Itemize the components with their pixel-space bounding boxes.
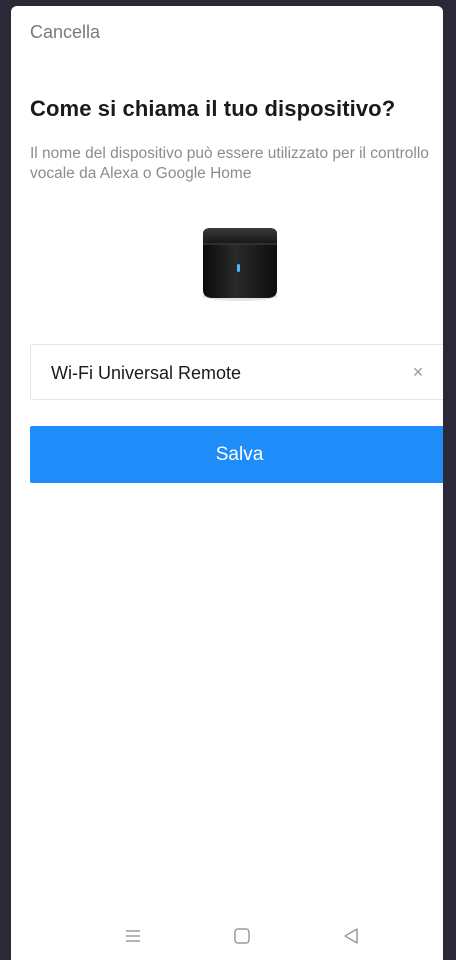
- page-title: Come si chiama il tuo dispositivo?: [30, 96, 396, 121]
- close-icon[interactable]: ×: [410, 362, 426, 382]
- system-nav-bar: [11, 912, 443, 960]
- back-triangle-icon[interactable]: [339, 924, 363, 948]
- save-button[interactable]: Salva: [30, 426, 443, 483]
- remote-hub-illustration: [202, 228, 278, 301]
- home-square-icon[interactable]: [230, 924, 254, 948]
- device-name-value: Wi-Fi Universal Remote: [51, 363, 242, 383]
- menu-icon[interactable]: [121, 924, 145, 948]
- cancel-button[interactable]: Cancella: [30, 22, 100, 43]
- app-screen: Cancella Come si chiama il tuo dispositi…: [11, 6, 443, 960]
- device-name-field[interactable]: Wi-Fi Universal Remote ×: [30, 344, 443, 400]
- page-subtitle: Il nome del dispositivo può essere utili…: [30, 145, 429, 182]
- device-image: [197, 224, 283, 302]
